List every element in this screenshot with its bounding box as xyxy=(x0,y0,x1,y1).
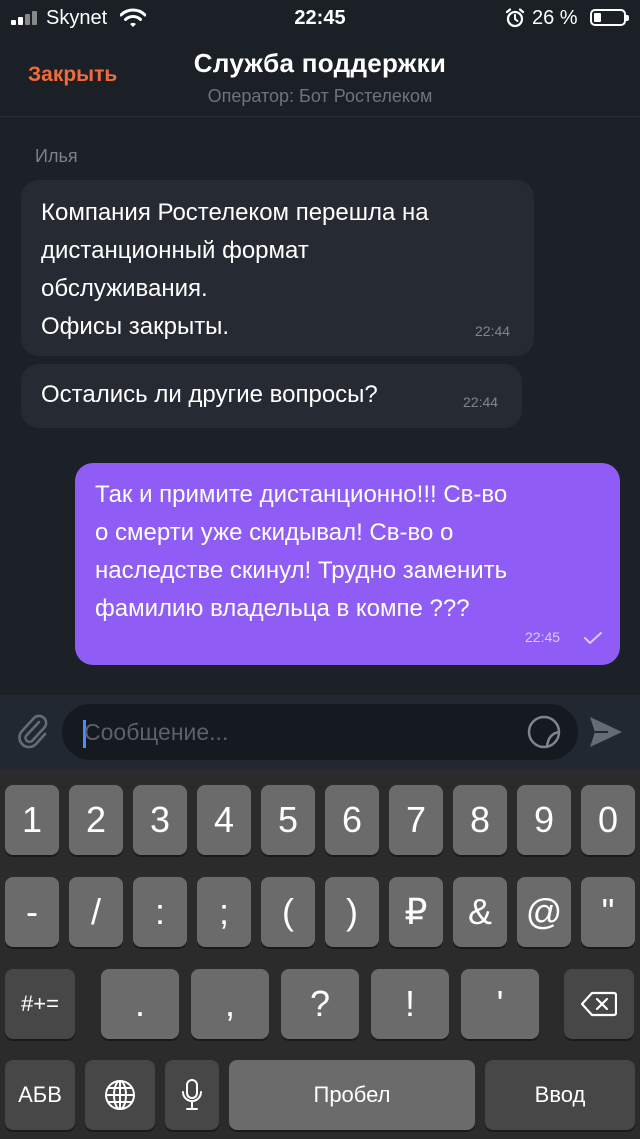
key-1[interactable]: 1 xyxy=(5,785,59,855)
key-enter[interactable]: Ввод xyxy=(485,1060,635,1130)
chat-title: Служба поддержки xyxy=(193,48,447,78)
wifi-icon xyxy=(120,8,146,27)
message-time: 22:45 xyxy=(525,629,561,645)
key-0[interactable]: 0 xyxy=(581,785,635,855)
message-text: Остались ли другие вопросы? xyxy=(41,381,378,408)
keyboard: 1 2 3 4 5 6 7 8 9 0 - / : ; ( ) ₽ & @ " … xyxy=(0,769,640,1139)
battery-icon xyxy=(590,9,629,26)
key-semicolon[interactable]: ; xyxy=(197,877,251,947)
key-ampersand[interactable]: & xyxy=(453,877,507,947)
backspace-icon xyxy=(581,991,617,1017)
carrier-name: Skynet xyxy=(46,7,108,29)
key-slash[interactable]: / xyxy=(69,877,123,947)
key-2[interactable]: 2 xyxy=(69,785,123,855)
key-space[interactable]: Пробел xyxy=(229,1060,475,1130)
check-icon xyxy=(584,632,602,644)
key-ruble[interactable]: ₽ xyxy=(389,877,443,947)
sticker-icon[interactable] xyxy=(526,714,562,750)
key-open-paren[interactable]: ( xyxy=(261,877,315,947)
message-composer: Сообщение... xyxy=(0,695,640,769)
key-colon[interactable]: : xyxy=(133,877,187,947)
key-question[interactable]: ? xyxy=(281,969,359,1039)
key-3[interactable]: 3 xyxy=(133,785,187,855)
key-apostrophe[interactable]: ' xyxy=(461,969,539,1039)
key-period[interactable]: . xyxy=(101,969,179,1039)
microphone-icon xyxy=(182,1079,202,1110)
key-8[interactable]: 8 xyxy=(453,785,507,855)
send-icon[interactable] xyxy=(588,715,624,749)
message-time: 22:44 xyxy=(475,323,511,339)
incoming-message[interactable]: Компания Ростелеком перешла на дистанцио… xyxy=(21,180,534,356)
message-placeholder: Сообщение... xyxy=(84,719,229,745)
key-dash[interactable]: - xyxy=(5,877,59,947)
sender-name: Илья xyxy=(35,146,78,166)
key-symbols[interactable]: #+= xyxy=(5,969,75,1039)
key-5[interactable]: 5 xyxy=(261,785,315,855)
key-6[interactable]: 6 xyxy=(325,785,379,855)
backspace-key[interactable] xyxy=(564,969,634,1039)
message-text: Так и примите дистанционно!!! Св-во о см… xyxy=(95,481,508,622)
key-globe[interactable] xyxy=(85,1060,155,1130)
battery-percent: 26 % xyxy=(532,7,578,29)
signal-icon xyxy=(11,11,41,25)
chat-subtitle: Оператор: Бот Ростелеком xyxy=(207,86,433,106)
message-time: 22:44 xyxy=(463,394,499,410)
message-input[interactable]: Сообщение... xyxy=(62,704,578,760)
alarm-icon xyxy=(505,8,525,28)
chat-header: Закрыть Служба поддержки Оператор: Бот Р… xyxy=(0,36,640,117)
incoming-message[interactable]: Остались ли другие вопросы? 22:44 xyxy=(21,364,522,428)
key-quote[interactable]: " xyxy=(581,877,635,947)
key-9[interactable]: 9 xyxy=(517,785,571,855)
key-microphone[interactable] xyxy=(165,1060,219,1130)
globe-icon xyxy=(105,1080,135,1110)
status-bar: Skynet 22:45 26 % xyxy=(0,0,640,36)
key-comma[interactable]: , xyxy=(191,969,269,1039)
message-list[interactable]: Илья Компания Ростелеком перешла на дист… xyxy=(0,117,640,695)
key-at[interactable]: @ xyxy=(517,877,571,947)
message-text: Компания Ростелеком перешла на дистанцио… xyxy=(41,199,429,340)
key-4[interactable]: 4 xyxy=(197,785,251,855)
key-7[interactable]: 7 xyxy=(389,785,443,855)
key-close-paren[interactable]: ) xyxy=(325,877,379,947)
key-exclamation[interactable]: ! xyxy=(371,969,449,1039)
outgoing-message[interactable]: Так и примите дистанционно!!! Св-во о см… xyxy=(75,463,620,665)
paperclip-icon[interactable] xyxy=(16,713,50,751)
key-language[interactable]: АБВ xyxy=(5,1060,75,1130)
